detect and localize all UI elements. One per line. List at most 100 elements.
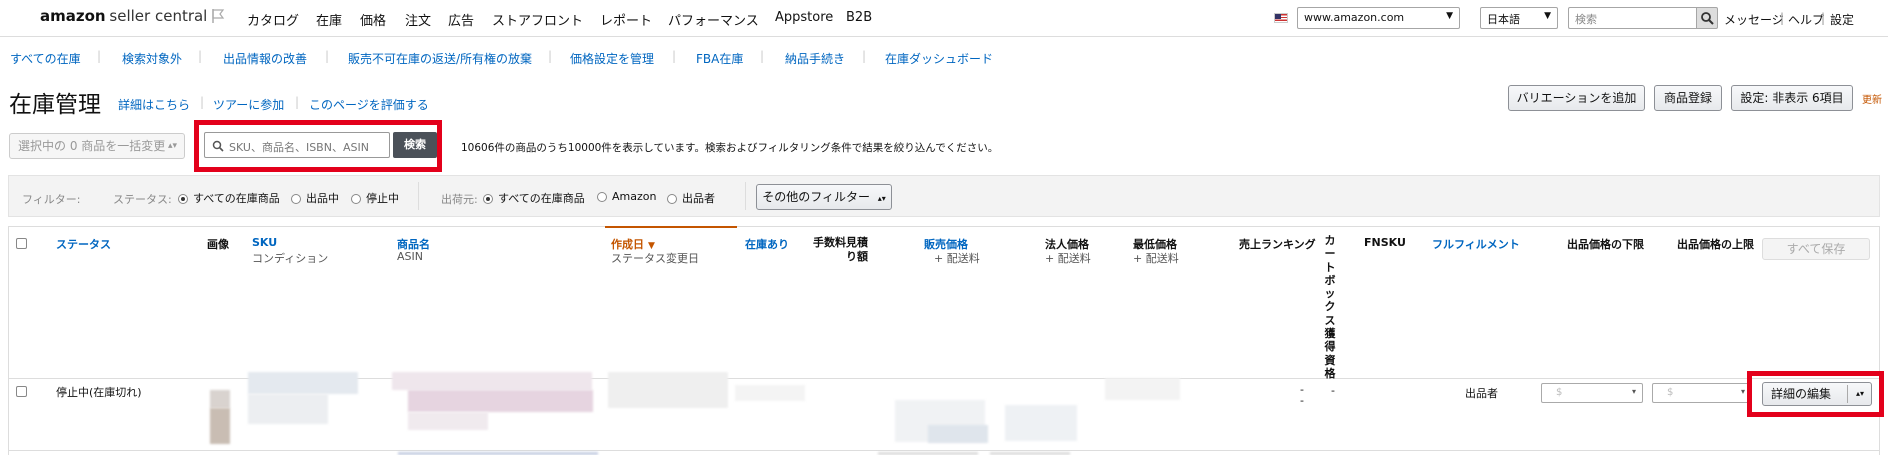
subnav-inventory-dashboard[interactable]: 在庫ダッシュボード: [885, 50, 993, 67]
settings-link[interactable]: 設定: [1830, 11, 1854, 28]
global-search-button[interactable]: [1696, 7, 1718, 29]
chevron-updown-icon: ▴▾: [877, 194, 886, 203]
subnav-manage-pricing[interactable]: 価格設定を管理: [570, 50, 654, 67]
min-price-input[interactable]: $ ▾: [1541, 383, 1643, 403]
sku-redacted[interactable]: [248, 372, 358, 394]
rate-page-link[interactable]: このページを評価する: [309, 96, 429, 113]
separator: |: [295, 95, 300, 109]
chevron-down-icon: ▼: [1446, 11, 1453, 21]
nav-catalog[interactable]: カタログ: [247, 10, 299, 29]
price-redacted: [928, 425, 988, 443]
header-sku[interactable]: SKU: [252, 236, 277, 249]
radio-selected: [178, 194, 188, 204]
nav-orders[interactable]: 注文: [405, 10, 431, 29]
header-asin: ASIN: [397, 250, 423, 263]
messages-link[interactable]: メッセージ: [1724, 11, 1784, 28]
sku-search-input[interactable]: SKU、商品名、ISBN、ASIN: [204, 132, 390, 158]
bulk-action-select[interactable]: 選択中の 0 商品を一括変更 ▴▾: [9, 133, 185, 159]
header-max-price: 出品価格の上限: [1677, 238, 1754, 251]
subnav-unfulfillable[interactable]: 販売不可在庫の返送/所有権の放棄: [348, 50, 532, 67]
created-date-redacted: [608, 372, 728, 408]
product-name-redacted: [408, 412, 488, 430]
separator: |: [325, 49, 330, 63]
page-title: 在庫管理: [9, 92, 101, 118]
status-filter-all[interactable]: すべての在庫商品: [178, 190, 280, 206]
header-price-shipping: + 配送料: [934, 252, 980, 265]
row-buybox: -: [1331, 384, 1335, 397]
top-navigation: amazon seller central カタログ 在庫 価格 注文 広告 ス…: [0, 0, 1888, 37]
row-checkbox[interactable]: [16, 386, 27, 397]
chevron-updown-icon: ▴▾: [167, 141, 177, 151]
more-filters-button[interactable]: その他のフィルター ▴▾: [756, 184, 892, 210]
sorted-column-indicator: [605, 226, 737, 228]
row-status: 停止中(在庫切れ): [56, 386, 142, 399]
add-variation-button[interactable]: バリエーションを追加: [1508, 85, 1645, 111]
status-filter-active[interactable]: 出品中: [291, 190, 339, 206]
search-icon: [1701, 12, 1714, 25]
separator: |: [760, 49, 765, 63]
subnav-fba-inventory[interactable]: FBA在庫: [696, 50, 743, 67]
fulfillment-filter-all[interactable]: すべての在庫商品: [483, 190, 585, 206]
learn-more-link[interactable]: 詳細はこちら: [118, 96, 190, 113]
nav-b2b[interactable]: B2B: [846, 10, 872, 25]
subnav-shipping-queue[interactable]: 納品手続き: [785, 50, 845, 67]
separator: |: [198, 49, 203, 63]
nav-storefront[interactable]: ストアフロント: [492, 10, 583, 29]
nav-advertising[interactable]: 広告: [448, 10, 474, 29]
header-fulfillment[interactable]: フルフィルメント: [1432, 236, 1520, 252]
nav-appstore[interactable]: Appstore: [775, 10, 833, 25]
header-fnsku: FNSKU: [1364, 236, 1406, 249]
chevron-updown-icon[interactable]: ▴▾: [1856, 383, 1864, 405]
nav-pricing[interactable]: 価格: [360, 10, 386, 29]
max-price-input[interactable]: $ ▾: [1652, 383, 1752, 403]
subnav-fix-listings[interactable]: 出品情報の改善: [223, 50, 307, 67]
header-business-shipping: + 配送料: [1045, 252, 1091, 265]
nav-performance[interactable]: パフォーマンス: [668, 10, 759, 29]
refresh-link[interactable]: 更新: [1862, 91, 1882, 106]
max-price-placeholder: $: [1667, 387, 1674, 398]
radio-unselected: [667, 194, 677, 204]
subnav-suppressed[interactable]: 検索対象外: [122, 50, 182, 67]
fulfillment-filter-merchant[interactable]: 出品者: [667, 190, 715, 206]
settings-hidden-columns-button[interactable]: 設定: 非表示 6項目: [1731, 85, 1853, 111]
separator: |: [1780, 11, 1785, 25]
global-search-input[interactable]: 検索: [1568, 7, 1698, 29]
nav-inventory[interactable]: 在庫: [316, 10, 342, 29]
save-all-button[interactable]: すべて保存: [1762, 238, 1870, 260]
divider: [745, 182, 746, 210]
chevron-down-icon: ▾: [1740, 387, 1745, 396]
help-link[interactable]: ヘルプ: [1788, 11, 1824, 28]
status-option-label: 出品中: [306, 192, 339, 205]
header-sales-rank: 売上ランキング: [1239, 238, 1316, 251]
sku-redacted: [248, 394, 328, 424]
status-filter-inactive[interactable]: 停止中: [351, 190, 399, 206]
header-status[interactable]: ステータス: [56, 236, 111, 252]
separator: |: [1821, 11, 1826, 25]
header-available[interactable]: 在庫あり: [745, 236, 789, 252]
marketplace-value: www.amazon.com: [1304, 11, 1405, 24]
flag-icon[interactable]: [210, 8, 226, 24]
status-option-label: 停止中: [366, 192, 399, 205]
product-image-thumbnail[interactable]: [210, 390, 230, 408]
fulfillment-option-label: Amazon: [612, 190, 657, 203]
edit-details-button[interactable]: 詳細の編集 ▴▾: [1762, 382, 1872, 406]
nav-reports[interactable]: レポート: [600, 10, 652, 29]
sku-search-button[interactable]: 検索: [393, 132, 437, 158]
language-select[interactable]: 日本語 ▼: [1480, 7, 1558, 29]
divider: [418, 182, 419, 210]
product-name-redacted: [408, 390, 593, 412]
product-name-redacted[interactable]: [392, 372, 592, 390]
amazon-seller-central-logo[interactable]: amazon seller central: [40, 7, 207, 25]
separator: |: [672, 49, 677, 63]
row-sales-rank: - -: [1300, 383, 1304, 407]
marketplace-select[interactable]: www.amazon.com ▼: [1297, 7, 1460, 29]
add-product-button[interactable]: 商品登録: [1654, 85, 1722, 111]
select-all-checkbox[interactable]: [16, 238, 27, 249]
take-tour-link[interactable]: ツアーに参加: [213, 96, 284, 113]
fulfillment-filter-amazon[interactable]: Amazon: [597, 190, 656, 203]
row-fulfillment: 出品者: [1465, 387, 1498, 400]
status-option-label: すべての在庫商品: [193, 192, 280, 205]
product-image-thumbnail: [210, 408, 230, 444]
subnav-all-inventory[interactable]: すべての在庫: [10, 50, 81, 67]
split-divider: [1847, 385, 1848, 403]
